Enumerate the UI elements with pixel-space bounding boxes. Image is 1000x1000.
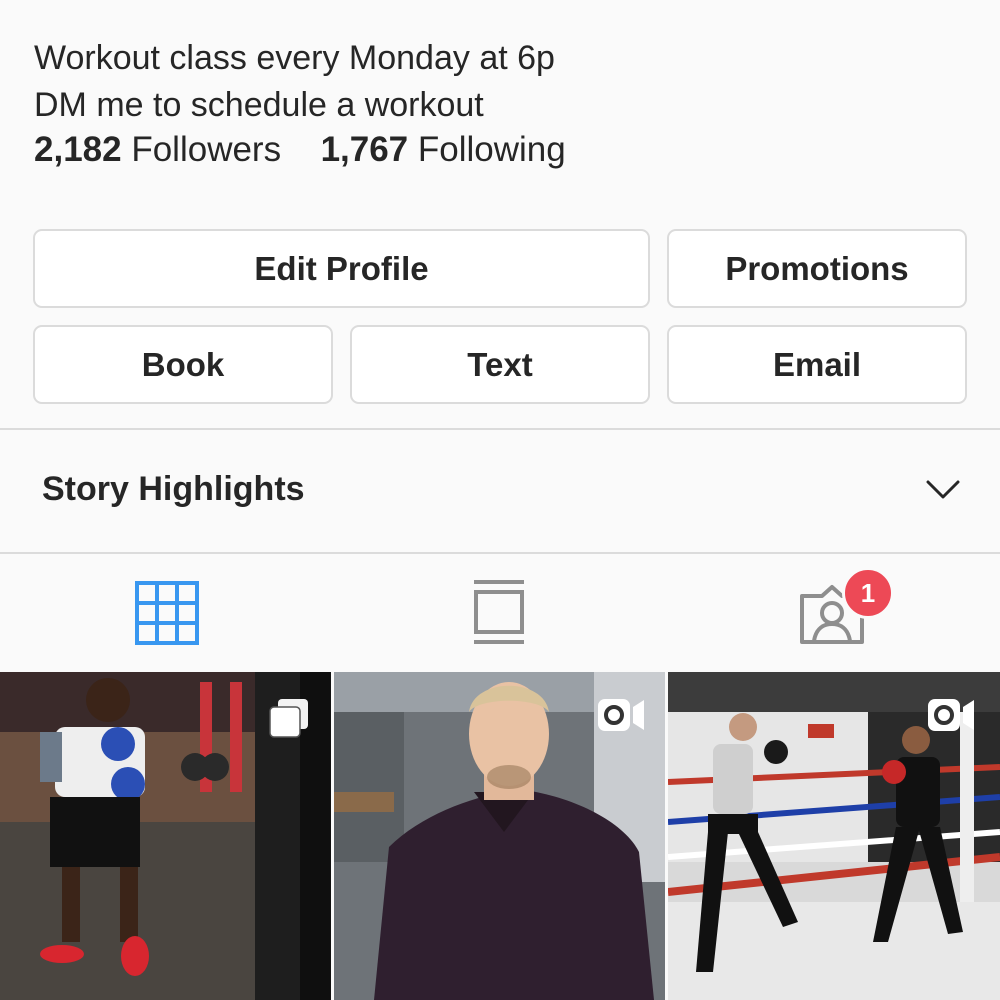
video-camera-icon [598, 699, 644, 731]
following-label: Following [417, 130, 566, 169]
edit-profile-button[interactable]: Edit Profile [33, 229, 650, 308]
bio-line-cut-off [34, 0, 555, 35]
text-button[interactable]: Text [350, 325, 650, 404]
post-thumbnail[interactable] [668, 672, 1000, 1000]
email-button[interactable]: Email [667, 325, 967, 404]
video-camera-icon [928, 699, 974, 731]
bio-line-1: Workout class every Monday at 6p [34, 39, 555, 77]
followers-count: 2,182 [34, 130, 122, 169]
multiple-photos-icon [269, 699, 308, 738]
book-button[interactable]: Book [33, 325, 333, 404]
feed-icon[interactable] [472, 579, 526, 645]
divider [0, 552, 1000, 554]
grid-icon[interactable] [135, 581, 199, 645]
following-link[interactable]: 1,767 Following [321, 130, 566, 169]
post-thumbnail[interactable] [0, 672, 331, 1000]
divider [0, 428, 1000, 430]
followers-label: Followers [131, 130, 282, 169]
notification-badge: 1 [842, 567, 894, 619]
profile-stats: 2,182 Followers 1,767 Following [34, 130, 566, 170]
following-count: 1,767 [320, 130, 409, 169]
followers-link[interactable]: 2,182 Followers [34, 130, 291, 169]
post-thumbnail[interactable] [334, 672, 665, 1000]
chevron-down-icon[interactable] [926, 479, 960, 501]
story-highlights-title: Story Highlights [42, 470, 305, 508]
promotions-button[interactable]: Promotions [667, 229, 967, 308]
post-grid [0, 672, 1000, 1000]
profile-bio: Workout class every Monday at 6p DM me t… [34, 0, 555, 129]
bio-line-2: DM me to schedule a workout [34, 86, 484, 124]
